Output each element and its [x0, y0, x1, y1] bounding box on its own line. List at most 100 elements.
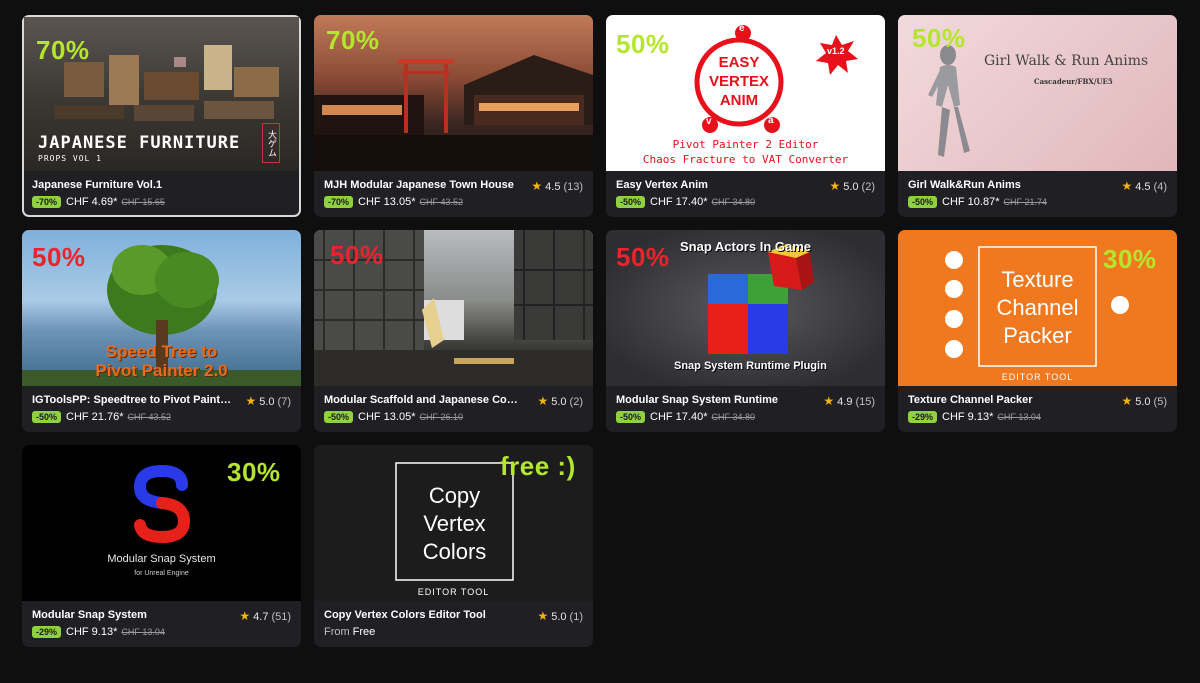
rating-count: (13)	[563, 181, 583, 193]
star-icon: ★	[245, 394, 257, 408]
discount-percent: 70%	[326, 25, 380, 55]
discount-percent: 50%	[912, 23, 966, 53]
letter-e: e	[739, 23, 745, 34]
product-card[interactable]: 70% JAPANESE FURNITURE PROPS VOL 1 大ゲム J…	[22, 15, 301, 217]
product-thumbnail[interactable]: 30% Modular Snap System for Unreal Engin…	[22, 445, 301, 601]
product-thumbnail[interactable]: free :) Copy Vertex Colors EDITOR TOOL	[314, 445, 593, 601]
product-title[interactable]: MJH Modular Japanese Town House	[324, 179, 524, 191]
art-line: Pivot Painter 2.0	[95, 361, 228, 380]
product-thumbnail[interactable]: 30% Texture Channel Packer EDITOR TOOL	[898, 230, 1177, 386]
art-subtitle: for Unreal Engine	[134, 570, 189, 577]
art-subtitles: Pivot Painter 2 Editor Chaos Fracture to…	[606, 137, 885, 167]
product-card[interactable]: 70% MJH Modular Japanese Town House ★ 4.5…	[314, 15, 593, 217]
product-title[interactable]: Japanese Furniture Vol.1	[32, 179, 232, 191]
product-thumbnail[interactable]: 50% e v a EASY VERTEX ANIM v1.2 Pivot Pa…	[606, 15, 885, 171]
logo-line-2: VERTEX	[708, 73, 769, 90]
discount-badge: -50%	[32, 411, 62, 423]
discount-badge: -50%	[616, 196, 646, 208]
product-card[interactable]: 50% e v a EASY VERTEX ANIM v1.2 Pivot Pa…	[606, 15, 885, 217]
product-title[interactable]: Copy Vertex Colors Editor Tool	[324, 609, 524, 621]
old-price: CHF 15.65	[121, 197, 165, 207]
price: CHF 4.69*	[66, 196, 118, 208]
art-subtitle: Cascadeur/FBX/UE5	[1034, 77, 1113, 86]
art-line: Vertex	[423, 511, 486, 536]
product-title[interactable]: Easy Vertex Anim	[616, 179, 816, 191]
art-title: JAPANESE FURNITURE	[38, 133, 241, 153]
rating-count: (4)	[1153, 181, 1167, 193]
product-title[interactable]: Girl Walk&Run Anims	[908, 179, 1108, 191]
product-thumbnail[interactable]: 50% Speed Tree to Pivot Painter 2.0	[22, 230, 301, 386]
discount-badge: -50%	[616, 411, 646, 423]
discount-badge: -50%	[324, 411, 354, 423]
discount-percent: 50%	[616, 242, 670, 272]
old-price: CHF 43.52	[419, 197, 464, 207]
discount-badge: -70%	[32, 196, 62, 208]
art-line: Channel	[996, 295, 1079, 320]
logo-line-3: ANIM	[719, 92, 759, 109]
product-thumbnail[interactable]: 50% Snap Actors In Game Snap System Runt…	[606, 230, 885, 386]
rating-value: 5.0	[259, 396, 275, 408]
rating-value: 4.5	[1135, 181, 1151, 193]
price: CHF 10.87*	[942, 196, 1000, 208]
price: Free	[352, 626, 376, 638]
product-card[interactable]: 50% Girl Walk & Run Anims Cascadeur/FBX/…	[898, 15, 1177, 217]
rating-value: 4.7	[253, 611, 269, 623]
letter-v: v	[706, 116, 712, 127]
old-price: CHF 34.80	[711, 412, 756, 422]
old-price: CHF 26.10	[419, 412, 464, 422]
product-title[interactable]: IGToolsPP: Speedtree to Pivot Painter 2.…	[32, 394, 232, 406]
art-title: Modular Snap System	[107, 553, 216, 565]
product-card[interactable]: 50% Speed Tree to Pivot Painter 2.0 IGTo…	[22, 230, 301, 432]
rating: ★ 4.5 (13)	[531, 179, 583, 193]
star-icon: ★	[1121, 179, 1133, 193]
old-price: CHF 13.04	[121, 627, 165, 637]
discount-badge: -70%	[324, 196, 354, 208]
rating: ★ 5.0 (2)	[829, 179, 875, 193]
discount-percent: 70%	[36, 35, 90, 65]
discount-badge: -29%	[32, 626, 62, 638]
product-thumbnail[interactable]: 50% Girl Walk & Run Anims Cascadeur/FBX/…	[898, 15, 1177, 171]
rating-value: 4.9	[837, 396, 853, 408]
rating-count: (15)	[855, 396, 875, 408]
art-line: Packer	[1003, 323, 1072, 348]
art-line: Texture	[1001, 267, 1074, 292]
art-subtitle: EDITOR TOOL	[1001, 372, 1074, 382]
star-icon: ★	[829, 179, 841, 193]
logo-text: EASY VERTEX ANIM	[701, 53, 777, 110]
price: CHF 13.05*	[358, 196, 416, 208]
rating-value: 5.0	[1135, 396, 1151, 408]
logo-line-1: EASY	[718, 54, 760, 71]
art-subtitle: Chaos Fracture to VAT Converter	[642, 153, 849, 166]
art-line: Speed Tree to	[105, 342, 218, 361]
product-card[interactable]: free :) Copy Vertex Colors EDITOR TOOL C…	[314, 445, 593, 647]
discount-percent: 50%	[330, 240, 384, 270]
logo-stamp: 大ゲム	[262, 123, 280, 163]
rating-count: (2)	[861, 181, 875, 193]
product-thumbnail[interactable]: 70% JAPANESE FURNITURE PROPS VOL 1 大ゲム	[24, 17, 299, 171]
price: CHF 9.13*	[66, 626, 118, 638]
product-thumbnail[interactable]: 70%	[314, 15, 593, 171]
product-card[interactable]: 50% Snap Actors In Game Snap System Runt…	[606, 230, 885, 432]
star-icon: ★	[537, 394, 549, 408]
star-icon: ★	[1121, 394, 1133, 408]
rating: ★ 5.0 (5)	[1121, 394, 1167, 408]
art-subtitle: EDITOR TOOL	[417, 587, 490, 597]
art-subtitle: Snap System Runtime Plugin	[674, 360, 827, 372]
free-label: free :)	[500, 451, 576, 481]
rating: ★ 5.0 (7)	[245, 394, 291, 408]
product-card[interactable]: 30% Texture Channel Packer EDITOR TOOL T…	[898, 230, 1177, 432]
product-card[interactable]: 50% Modular Scaffold and Japanese Constr…	[314, 230, 593, 432]
rating: ★ 4.5 (4)	[1121, 179, 1167, 193]
version-badge: v1.2	[827, 46, 845, 56]
star-icon: ★	[537, 609, 549, 623]
product-title[interactable]: Modular Snap System Runtime	[616, 394, 816, 406]
rating: ★ 4.7 (51)	[239, 609, 291, 623]
star-icon: ★	[823, 394, 835, 408]
price: CHF 9.13*	[942, 411, 994, 423]
product-card[interactable]: 30% Modular Snap System for Unreal Engin…	[22, 445, 301, 647]
product-title[interactable]: Modular Snap System	[32, 609, 232, 621]
rating-count: (5)	[1153, 396, 1167, 408]
product-title[interactable]: Texture Channel Packer	[908, 394, 1108, 406]
product-title[interactable]: Modular Scaffold and Japanese Constr...	[324, 394, 524, 406]
product-thumbnail[interactable]: 50%	[314, 230, 593, 386]
